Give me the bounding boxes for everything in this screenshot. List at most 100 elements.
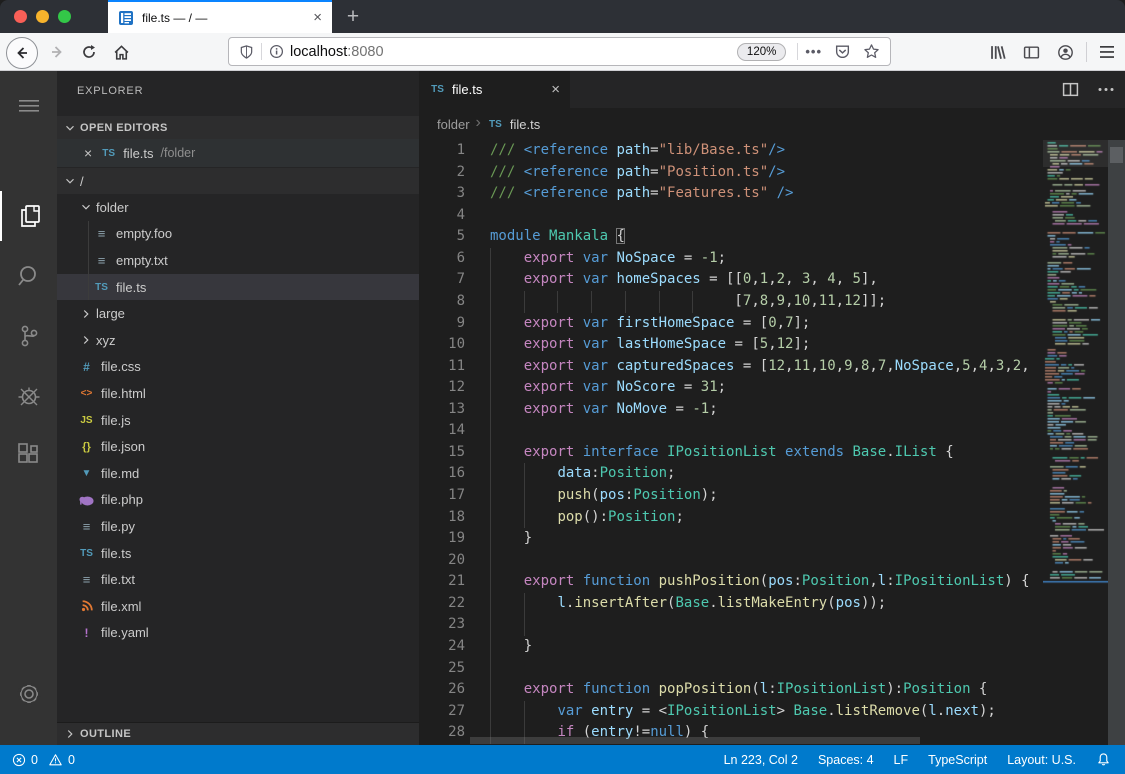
code-line[interactable]: 23 <box>419 614 1125 636</box>
code-line[interactable]: 26 export function popPosition(l:IPositi… <box>419 679 1125 701</box>
code-line[interactable]: 18 pop():Position; <box>419 507 1125 529</box>
code-line[interactable]: 16 data:Position; <box>419 463 1125 485</box>
tree-item-large[interactable]: large <box>57 300 419 327</box>
split-editor-icon[interactable] <box>1062 81 1079 98</box>
breadcrumb-file[interactable]: file.ts <box>510 117 540 132</box>
library-icon[interactable] <box>982 37 1012 67</box>
code-line[interactable]: 21 export function pushPosition(pos:Posi… <box>419 571 1125 593</box>
close-icon[interactable]: × <box>84 145 92 161</box>
code-line[interactable]: 13 export var NoMove = -1; <box>419 399 1125 421</box>
code-line[interactable]: 3/// <reference path="Features.ts" /> <box>419 183 1125 205</box>
status-language[interactable]: TypeScript <box>928 753 987 767</box>
breadcrumb-folder[interactable]: folder <box>437 117 470 132</box>
open-editor-item[interactable]: × TS file.ts /folder <box>57 139 419 167</box>
pocket-icon[interactable] <box>834 43 851 60</box>
tree-item-empty.txt[interactable]: ≡empty.txt <box>57 247 419 274</box>
browser-tab[interactable]: file.ts — / — × <box>108 0 332 33</box>
tree-item-file.xml[interactable]: file.xml <box>57 593 419 620</box>
tree-item-xyz[interactable]: xyz <box>57 327 419 354</box>
code-line[interactable]: 9 export var firstHomeSpace = [0,7]; <box>419 313 1125 335</box>
tree-item-file.py[interactable]: ≡file.py <box>57 513 419 540</box>
code-line[interactable]: 4 <box>419 205 1125 227</box>
forward-button[interactable] <box>42 37 72 67</box>
status-keyboard-layout[interactable]: Layout: U.S. <box>1007 753 1076 767</box>
open-editors-header[interactable]: OPEN EDITORS <box>57 116 419 139</box>
close-window-button[interactable] <box>14 10 27 23</box>
explorer-activity-icon[interactable] <box>0 191 57 241</box>
code-line[interactable]: 8 [7,8,9,10,11,12]]; <box>419 291 1125 313</box>
code-line[interactable]: 7 export var homeSpaces = [[0,1,2, 3, 4,… <box>419 269 1125 291</box>
editor-tab-file-ts[interactable]: TS file.ts × <box>419 71 570 108</box>
tree-item-file.php[interactable]: file.php <box>57 487 419 514</box>
code-line[interactable]: 25 <box>419 658 1125 680</box>
fullscreen-window-button[interactable] <box>58 10 71 23</box>
zoom-level-badge[interactable]: 120% <box>737 43 786 61</box>
horizontal-scrollbar-thumb[interactable] <box>470 737 920 744</box>
site-info-icon[interactable] <box>269 44 284 59</box>
back-button[interactable] <box>6 37 38 69</box>
code-line[interactable]: 22 l.insertAfter(Base.listMakeEntry(pos)… <box>419 593 1125 615</box>
sidebar-toggle-icon[interactable] <box>1016 37 1046 67</box>
tree-item-file.ts[interactable]: TSfile.ts <box>57 274 419 301</box>
indent-guide <box>490 377 491 399</box>
code-line[interactable]: 10 export var lastHomeSpace = [5,12]; <box>419 334 1125 356</box>
code-line[interactable]: 1/// <reference path="lib/Base.ts"/> <box>419 140 1125 162</box>
reload-button[interactable] <box>74 37 104 67</box>
code-line[interactable]: 14 <box>419 420 1125 442</box>
activity-bar <box>0 71 57 745</box>
tree-item-file.css[interactable]: #file.css <box>57 354 419 381</box>
settings-gear-icon[interactable] <box>0 669 57 719</box>
line-number: 12 <box>419 377 465 399</box>
search-activity-icon[interactable] <box>0 251 57 301</box>
notifications-bell-icon[interactable] <box>1096 752 1111 767</box>
app-menu-icon[interactable] <box>0 81 57 131</box>
browser-menu-icon[interactable] <box>1092 37 1122 67</box>
account-icon[interactable] <box>1050 37 1080 67</box>
problems-status[interactable]: 0 0 <box>0 753 75 767</box>
tree-item-file.txt[interactable]: ≡file.txt <box>57 566 419 593</box>
code-line[interactable]: 27 var entry = <IPositionList> Base.list… <box>419 701 1125 723</box>
tab-close-icon[interactable]: × <box>551 81 560 98</box>
code-line[interactable]: 11 export var capturedSpaces = [12,11,10… <box>419 356 1125 378</box>
tree-item-empty.foo[interactable]: ≡empty.foo <box>57 221 419 248</box>
tree-item-folder[interactable]: folder <box>57 194 419 221</box>
vertical-scrollbar-thumb[interactable] <box>1110 147 1123 163</box>
minimize-window-button[interactable] <box>36 10 49 23</box>
tree-item-file.yaml[interactable]: !file.yaml <box>57 620 419 647</box>
status-eol[interactable]: LF <box>894 753 909 767</box>
tree-item-file.json[interactable]: {}file.json <box>57 433 419 460</box>
minimap-viewport[interactable] <box>1043 140 1108 167</box>
code-line[interactable]: 20 <box>419 550 1125 572</box>
outline-header[interactable]: OUTLINE <box>57 722 419 745</box>
page-actions-icon[interactable]: ••• <box>805 44 822 59</box>
home-button[interactable] <box>106 37 136 67</box>
code-line[interactable]: 19 } <box>419 528 1125 550</box>
tree-item-file.md[interactable]: ▼file.md <box>57 460 419 487</box>
code-editor[interactable]: 1/// <reference path="lib/Base.ts"/>2///… <box>419 140 1125 745</box>
tree-item-file.js[interactable]: JSfile.js <box>57 407 419 434</box>
code-line[interactable]: 17 push(pos:Position); <box>419 485 1125 507</box>
debug-activity-icon[interactable] <box>0 371 57 421</box>
url-text[interactable]: localhost:8080 <box>290 44 384 60</box>
bookmark-star-icon[interactable] <box>863 43 880 60</box>
more-actions-icon[interactable] <box>1097 81 1115 98</box>
code-line[interactable]: 15 export interface IPositionList extend… <box>419 442 1125 464</box>
minimap[interactable] <box>1043 140 1108 588</box>
root-folder-header[interactable]: / <box>57 168 419 194</box>
code-line[interactable]: 2/// <reference path="Position.ts"/> <box>419 162 1125 184</box>
status-cursor-position[interactable]: Ln 223, Col 2 <box>724 753 798 767</box>
new-tab-button[interactable]: + <box>338 2 368 32</box>
tab-close-icon[interactable]: × <box>313 10 322 25</box>
tracking-shield-icon[interactable] <box>239 44 254 60</box>
status-indentation[interactable]: Spaces: 4 <box>818 753 874 767</box>
tree-item-file.ts[interactable]: TSfile.ts <box>57 540 419 567</box>
source-control-activity-icon[interactable] <box>0 311 57 361</box>
code-line[interactable]: 5module Mankala { <box>419 226 1125 248</box>
extensions-activity-icon[interactable] <box>0 431 57 481</box>
code-line[interactable]: 12 export var NoScore = 31; <box>419 377 1125 399</box>
vertical-scrollbar[interactable] <box>1108 140 1125 745</box>
tree-item-file.html[interactable]: <>file.html <box>57 380 419 407</box>
url-bar[interactable]: localhost:8080 120% ••• <box>228 37 891 66</box>
code-line[interactable]: 6 export var NoSpace = -1; <box>419 248 1125 270</box>
code-line[interactable]: 24 } <box>419 636 1125 658</box>
